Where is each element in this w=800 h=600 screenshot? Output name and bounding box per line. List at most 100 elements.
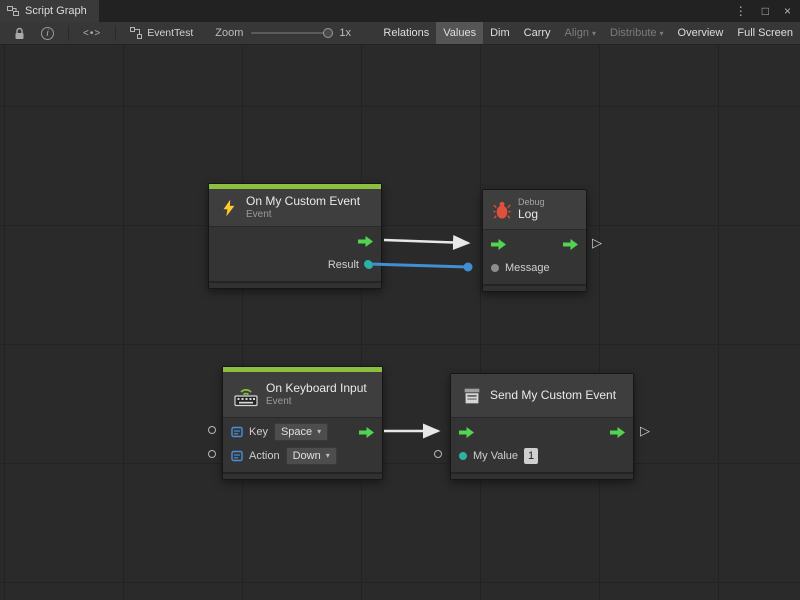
lightning-bolt-icon xyxy=(219,198,239,218)
connection-end-dot[interactable] xyxy=(464,263,473,272)
flow-input-port[interactable] xyxy=(459,427,474,438)
node-on-keyboard-input[interactable]: On Keyboard Input Event Key Space ▾ xyxy=(222,366,383,480)
node-header[interactable]: On Keyboard Input Event xyxy=(223,372,382,418)
message-input-port[interactable] xyxy=(491,264,499,272)
node-subtitle: Event xyxy=(246,209,360,221)
connection-result-to-message[interactable] xyxy=(368,264,468,267)
bug-icon xyxy=(493,200,511,220)
chevron-down-icon: ▾ xyxy=(326,449,330,463)
flow-output-row xyxy=(209,229,381,253)
values-button[interactable]: Values xyxy=(436,22,483,44)
graph-icon xyxy=(130,27,142,39)
node-titles: Send My Custom Event xyxy=(490,388,616,403)
unity-script-graph-window: Script Graph ⋮ □ × i <•> EventTes xyxy=(0,0,800,600)
align-dropdown-button[interactable]: Align ▾ xyxy=(558,22,603,44)
flow-input-port[interactable] xyxy=(491,239,506,250)
toolbar-separator xyxy=(115,26,116,41)
my-value-input-port[interactable] xyxy=(459,452,467,460)
key-dropdown[interactable]: Space ▾ xyxy=(274,423,328,441)
enum-type-icon xyxy=(231,450,243,462)
node-titles: Debug Log xyxy=(518,197,545,223)
lock-icon[interactable] xyxy=(6,22,33,44)
node-debug-log[interactable]: Debug Log Message xyxy=(482,189,587,292)
flow-output-port[interactable] xyxy=(358,236,373,247)
message-input-row: Message xyxy=(483,256,586,280)
carry-button[interactable]: Carry xyxy=(517,22,558,44)
connection-flow-event-to-log[interactable] xyxy=(384,240,468,243)
node-title: Log xyxy=(518,207,545,222)
my-value-input[interactable]: 1 xyxy=(524,448,538,464)
graph-tab-icon xyxy=(7,5,19,17)
key-port-label: Key xyxy=(249,426,268,438)
node-footer xyxy=(223,472,382,479)
node-footer xyxy=(483,284,586,291)
result-output-port[interactable] xyxy=(365,261,373,269)
tab-script-graph[interactable]: Script Graph xyxy=(0,0,99,22)
flow-continuation-icon: ▷ xyxy=(640,424,650,437)
maximize-icon[interactable]: □ xyxy=(762,5,769,17)
my-value-outer-port[interactable] xyxy=(434,450,442,458)
node-title: On Keyboard Input xyxy=(266,381,367,396)
node-kicker: Debug xyxy=(518,197,545,208)
window-menu-icon[interactable]: ⋮ xyxy=(735,5,747,17)
flow-row xyxy=(483,232,586,256)
flow-output-port[interactable] xyxy=(359,427,374,438)
graph-name-label: EventTest xyxy=(147,27,193,39)
my-value-port-label: My Value xyxy=(473,450,518,462)
node-titles: On My Custom Event Event xyxy=(246,194,360,221)
connections-layer xyxy=(0,45,800,600)
node-titles: On Keyboard Input Event xyxy=(266,381,367,408)
dim-button[interactable]: Dim xyxy=(483,22,517,44)
node-footer xyxy=(451,472,633,479)
node-header[interactable]: Send My Custom Event xyxy=(451,374,633,418)
node-footer xyxy=(209,281,381,288)
node-subtitle: Event xyxy=(266,396,367,408)
node-body: Result xyxy=(209,227,381,281)
flow-output-port[interactable] xyxy=(610,427,625,438)
custom-event-icon xyxy=(461,385,483,407)
zoom-control: Zoom 1x xyxy=(215,27,351,39)
window-controls: ⋮ □ × xyxy=(735,0,800,22)
key-outer-port[interactable] xyxy=(208,426,216,434)
node-header[interactable]: On My Custom Event Event xyxy=(209,189,381,227)
node-send-my-custom-event[interactable]: Send My Custom Event My Value 1 xyxy=(450,373,634,480)
my-value-input-row: My Value 1 xyxy=(451,444,633,468)
zoom-value: 1x xyxy=(339,27,351,39)
relations-button[interactable]: Relations xyxy=(376,22,436,44)
flow-row xyxy=(451,420,633,444)
overview-button[interactable]: Overview xyxy=(671,22,731,44)
node-header[interactable]: Debug Log xyxy=(483,190,586,230)
zoom-slider-handle[interactable] xyxy=(323,28,333,38)
chevron-down-icon: ▾ xyxy=(592,30,596,38)
key-input-row: Key Space ▾ xyxy=(223,420,382,444)
action-outer-port[interactable] xyxy=(208,450,216,458)
action-input-row: Action Down ▾ xyxy=(223,444,382,468)
chevron-down-icon: ▾ xyxy=(317,425,321,439)
node-body: My Value 1 xyxy=(451,418,633,472)
node-on-my-custom-event[interactable]: On My Custom Event Event Result xyxy=(208,183,382,289)
fullscreen-button[interactable]: Full Screen xyxy=(730,22,800,44)
graph-breadcrumb[interactable]: EventTest xyxy=(122,22,201,44)
toolbar-separator xyxy=(68,26,69,41)
flow-output-port[interactable] xyxy=(563,239,578,250)
keyboard-icon xyxy=(233,383,259,407)
message-port-label: Message xyxy=(505,262,550,274)
close-icon[interactable]: × xyxy=(784,5,791,17)
distribute-dropdown-button[interactable]: Distribute ▾ xyxy=(603,22,670,44)
flow-continuation-icon: ▷ xyxy=(592,236,602,249)
graph-toolbar: i <•> EventTest Zoom 1x Relations Values xyxy=(0,22,800,45)
node-body: Message xyxy=(483,230,586,284)
info-icon[interactable]: i xyxy=(33,22,62,44)
zoom-label: Zoom xyxy=(215,27,243,39)
node-title: On My Custom Event xyxy=(246,194,360,209)
code-preview-icon[interactable]: <•> xyxy=(75,22,109,44)
tab-title: Script Graph xyxy=(25,5,87,17)
graph-canvas[interactable]: On My Custom Event Event Result xyxy=(0,45,800,600)
node-body: Key Space ▾ Action xyxy=(223,418,382,472)
chevron-down-icon: ▾ xyxy=(660,30,664,38)
titlebar: Script Graph ⋮ □ × xyxy=(0,0,800,22)
result-port-label: Result xyxy=(328,259,359,271)
toolbar-buttons: Relations Values Dim Carry Align ▾ Distr… xyxy=(376,22,800,44)
action-dropdown[interactable]: Down ▾ xyxy=(286,447,337,465)
zoom-slider[interactable] xyxy=(251,32,331,34)
